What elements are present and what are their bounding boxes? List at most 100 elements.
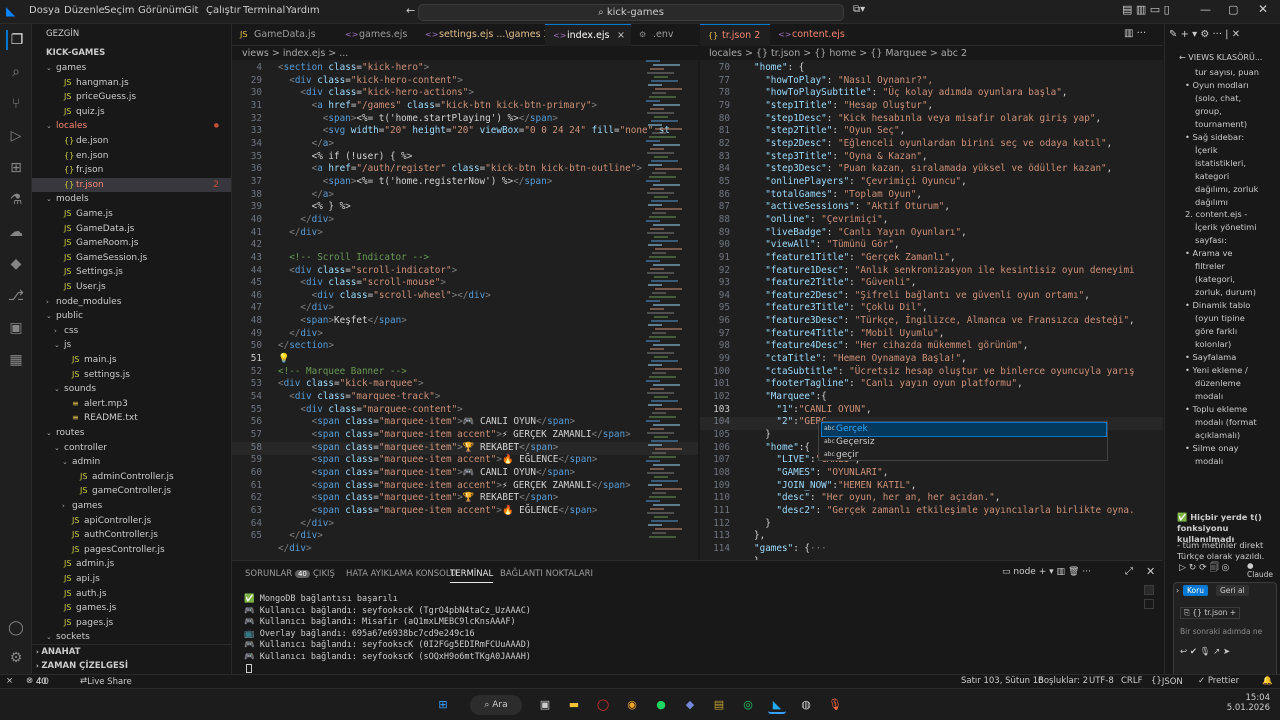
close-tab-icon[interactable]: × bbox=[617, 25, 625, 47]
file-priceGuess.js[interactable]: JS priceGuess.js bbox=[32, 90, 231, 105]
menu-run[interactable]: Çalıştır bbox=[206, 5, 241, 16]
line-endings[interactable]: CRLF bbox=[1121, 676, 1142, 686]
suggestion-item[interactable]: abc geçir bbox=[822, 449, 1106, 462]
file-en.json[interactable]: {} en.json bbox=[32, 149, 231, 164]
file-fr.json[interactable]: {} fr.json bbox=[32, 163, 231, 178]
split-editor-icon[interactable]: ▥ ··· bbox=[1124, 28, 1146, 39]
file-User.js[interactable]: JS User.js bbox=[32, 280, 231, 295]
remote-icon[interactable]: ⨯ bbox=[6, 676, 13, 686]
folder-sounds[interactable]: ⌄ sounds bbox=[32, 382, 231, 397]
menu-view[interactable]: Görünüm bbox=[138, 5, 185, 16]
chat-actions[interactable]: ▷ ↻ ⟳ 🗐 ◎ bbox=[1179, 560, 1229, 576]
language-mode[interactable]: {} JSON bbox=[1151, 676, 1183, 687]
tab-gamedata[interactable]: JS GameData.js bbox=[232, 24, 337, 46]
tab-games-ejs[interactable]: <> games.ejs bbox=[337, 24, 417, 46]
remote-icon[interactable]: ☁ bbox=[6, 222, 26, 242]
folder-locales[interactable]: ⌄ locales ● bbox=[32, 119, 231, 134]
tab-output[interactable]: ÇIKIŞ bbox=[313, 569, 335, 579]
folder-controller[interactable]: ⌄ controller bbox=[32, 441, 231, 456]
file-adminController.js[interactable]: JS adminController.js bbox=[32, 470, 231, 485]
extensions-icon[interactable]: ⊞ bbox=[6, 158, 26, 178]
close-panel-icon[interactable]: ✕ bbox=[1146, 565, 1155, 578]
workspace-root[interactable]: KICK-GAMES bbox=[46, 48, 105, 58]
menu-selection[interactable]: Seçim bbox=[104, 5, 135, 16]
file-gameController.js[interactable]: JS gameController.js bbox=[32, 484, 231, 499]
model-label[interactable]: ● Claude bbox=[1247, 561, 1280, 579]
chrome-icon[interactable]: ◉ bbox=[623, 696, 641, 714]
chat-input-toolbar[interactable]: ↩ ✔ 🎙 ↗ ➤ bbox=[1180, 647, 1230, 657]
suggestion-item[interactable]: abc Gerçek bbox=[821, 422, 1107, 437]
prettier-status[interactable]: ✓ Prettier bbox=[1198, 676, 1239, 686]
tab-tr-json[interactable]: {} tr.json 2 bbox=[700, 24, 770, 46]
code-tr-json[interactable]: "home": { "howToPlay": "Nasıl Oynanır?",… bbox=[754, 62, 1135, 560]
file-auth.js[interactable]: JS auth.js bbox=[32, 587, 231, 602]
settings-gear-icon[interactable]: ⚙ bbox=[6, 648, 26, 668]
folder-models[interactable]: ⌄ models bbox=[32, 192, 231, 207]
suggestion-item[interactable]: abc Geçersiz bbox=[822, 436, 1106, 449]
clock[interactable]: 15:04 5.01.2026 bbox=[1218, 693, 1270, 713]
folder-node_modules[interactable]: › node_modules bbox=[32, 295, 231, 310]
trash-icon[interactable]: 🗑 bbox=[1068, 567, 1079, 577]
outline-section[interactable]: › ANAHAT bbox=[36, 647, 80, 657]
source-control-icon[interactable]: ⑂ bbox=[6, 94, 26, 114]
back-arrow-icon[interactable]: ← bbox=[406, 4, 415, 17]
mongodb-icon[interactable]: ◆ bbox=[6, 254, 26, 274]
minimize-icon[interactable]: — bbox=[1200, 3, 1211, 16]
database-icon[interactable]: ▦ bbox=[6, 350, 26, 370]
file-settings.js[interactable]: JS settings.js bbox=[32, 368, 231, 383]
split-terminal-icon[interactable]: ▥ bbox=[1057, 567, 1066, 577]
folder-admin[interactable]: ⌄ admin bbox=[32, 455, 231, 470]
testing-icon[interactable]: ⚗ bbox=[6, 190, 26, 210]
terminal-selector[interactable]: ▭ node + ▾ ▥ 🗑 ··· bbox=[1002, 567, 1091, 577]
tab-content-ejs[interactable]: <> content.ejs bbox=[770, 24, 860, 46]
tab-settings-ejs[interactable]: <> settings.ejs ...\games 3 bbox=[417, 24, 550, 46]
file-games.js[interactable]: JS games.js bbox=[32, 601, 231, 616]
cursor-position[interactable]: Satır 103, Sütun 16 bbox=[961, 676, 1044, 686]
spotify-icon[interactable]: ● bbox=[652, 696, 670, 714]
folder-css[interactable]: › css bbox=[32, 324, 231, 339]
problems-status[interactable]: ⊗ 40 ⚠ 0 bbox=[26, 676, 49, 687]
close-icon[interactable]: ✕ bbox=[1258, 2, 1268, 16]
file-tr.json[interactable]: {} tr.json 2 bbox=[32, 177, 231, 193]
file-hangman.js[interactable]: JS hangman.js bbox=[32, 76, 231, 91]
menu-terminal[interactable]: Terminal bbox=[243, 5, 285, 16]
explorer-icon[interactable]: ❐ bbox=[6, 30, 26, 50]
attached-file-chip[interactable]: ⎘ {} tr.json + bbox=[1180, 607, 1241, 619]
containers-icon[interactable]: ▣ bbox=[6, 318, 26, 338]
maximize-panel-icon[interactable]: ⤢ bbox=[1125, 566, 1133, 577]
file-GameData.js[interactable]: JS GameData.js bbox=[32, 222, 231, 237]
folder-games[interactable]: ⌄ games bbox=[32, 61, 231, 76]
code-index-ejs[interactable]: <section class="kick-hero"> <div class="… bbox=[278, 62, 670, 556]
chat-toolbar[interactable]: ✎ + ▾ ⚙ ··· | ✕ bbox=[1169, 29, 1240, 40]
timeline-section[interactable]: › ZAMAN ÇİZELGESİ bbox=[36, 661, 128, 671]
menu-file[interactable]: Dosya bbox=[29, 5, 60, 16]
file-pagesController.js[interactable]: JS pagesController.js bbox=[32, 543, 231, 558]
tab-terminal[interactable]: TERMİNAL bbox=[450, 569, 494, 583]
folder-games[interactable]: › games bbox=[32, 499, 231, 514]
copilot-icon[interactable]: ⧉▾ bbox=[853, 4, 865, 15]
file-GameRoom.js[interactable]: JS GameRoom.js bbox=[32, 236, 231, 251]
file-api.js[interactable]: JS api.js bbox=[32, 572, 231, 587]
file-GameSession.js[interactable]: JS GameSession.js bbox=[32, 251, 231, 266]
account-icon[interactable]: ◯ bbox=[6, 618, 26, 638]
podcast-icon[interactable]: 🎙 bbox=[826, 696, 844, 714]
tab-ports[interactable]: BAĞLANTI NOKTALARI bbox=[500, 569, 593, 579]
editor-tr-json[interactable]: 70 77 78 79 80 81 82 83 84 85 86 87 88 89 90 91 92 93 94 95… bbox=[700, 60, 1163, 560]
restore-icon[interactable]: ▢ bbox=[1228, 3, 1238, 16]
menu-help[interactable]: Yardım bbox=[286, 5, 320, 16]
file-main.js[interactable]: JS main.js bbox=[32, 353, 231, 368]
terminal-list-item[interactable] bbox=[1144, 585, 1154, 595]
tab-debug-console[interactable]: HATA AYIKLAMA KONSOLU bbox=[346, 569, 456, 579]
file-README.txt[interactable]: ≡ README.txt bbox=[32, 411, 231, 426]
liveshare-status[interactable]: ⇄ Live Share bbox=[80, 676, 132, 687]
run-debug-icon[interactable]: ▷ bbox=[6, 126, 26, 146]
command-center-search[interactable]: ⌕ kick-games bbox=[418, 4, 844, 21]
folder-routes[interactable]: ⌄ routes bbox=[32, 426, 231, 441]
file-apiController.js[interactable]: JS apiController.js bbox=[32, 514, 231, 529]
opera-icon[interactable]: ◯ bbox=[594, 696, 612, 714]
git-graph-icon[interactable]: ⎇ bbox=[6, 286, 26, 306]
tab-env[interactable]: ⚙ .env bbox=[631, 24, 691, 46]
file-Settings.js[interactable]: JS Settings.js bbox=[32, 265, 231, 280]
breadcrumb-editor-1[interactable]: views > index.ejs > ... bbox=[242, 48, 348, 59]
menu-go[interactable]: Git bbox=[184, 5, 198, 16]
